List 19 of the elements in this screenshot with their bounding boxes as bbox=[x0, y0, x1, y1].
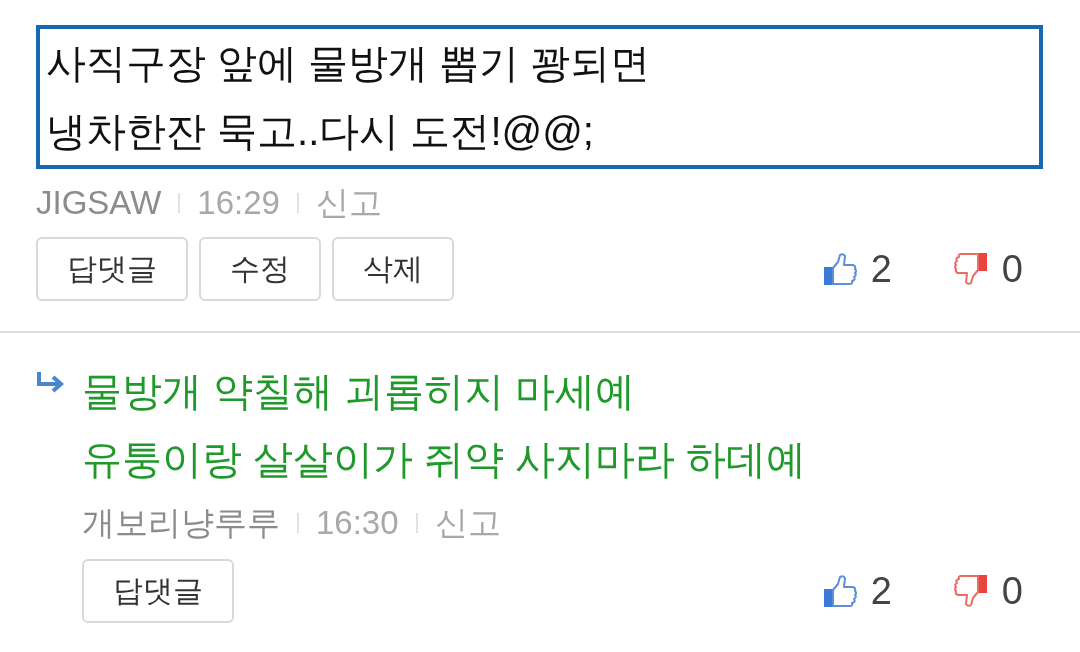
comment-time: 16:29 bbox=[197, 184, 280, 222]
highlighted-comment-text: 사직구장 앞에 물방개 뽑기 꽝되면 냉차한잔 묵고..다시 도전!@@; bbox=[36, 25, 1043, 169]
thumbs-down-icon[interactable] bbox=[953, 252, 988, 286]
reply-arrow-icon bbox=[36, 371, 64, 393]
like-count: 2 bbox=[870, 247, 892, 291]
comment-text: 물방개 약칠해 괴롭히지 마세예 유퉁이랑 살살이가 쥐약 사지마라 하데예 bbox=[81, 368, 808, 483]
thumbs-up-icon[interactable] bbox=[822, 574, 857, 608]
comment-action-button[interactable]: 답댓글 bbox=[82, 559, 234, 623]
comment-action-button[interactable]: 삭제 bbox=[332, 237, 454, 301]
comment-action-button[interactable]: 수정 bbox=[199, 237, 321, 301]
author-name: 개보리냥루루 bbox=[82, 502, 280, 543]
comment-time: 16:30 bbox=[316, 504, 399, 542]
comment-action-button[interactable]: 답댓글 bbox=[36, 237, 188, 301]
dislike-count: 0 bbox=[1001, 569, 1023, 613]
dislike-count: 0 bbox=[1001, 247, 1023, 291]
thumbs-down-icon[interactable] bbox=[953, 574, 988, 608]
like-count: 2 bbox=[870, 569, 892, 613]
author-name: JIGSAW bbox=[36, 184, 162, 222]
thumbs-up-icon[interactable] bbox=[822, 252, 857, 286]
